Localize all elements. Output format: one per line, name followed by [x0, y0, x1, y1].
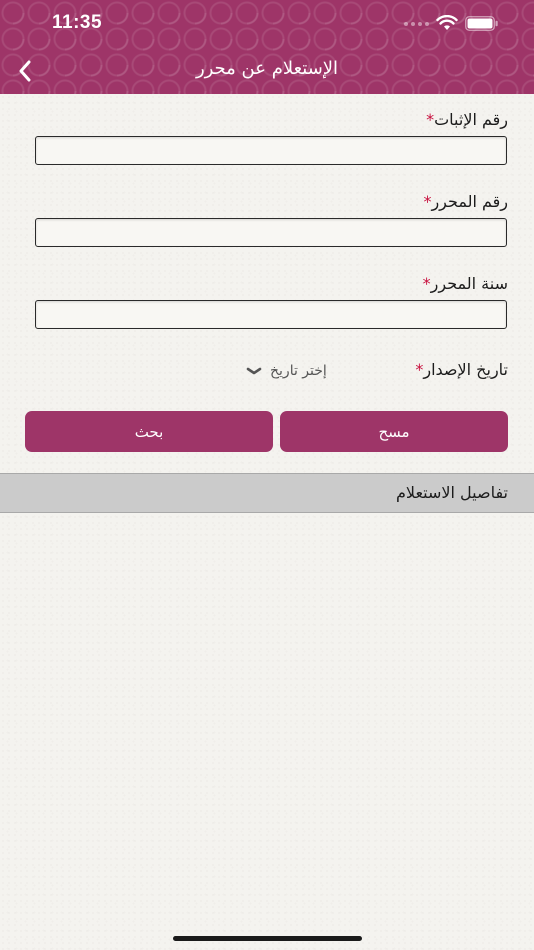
navigation-bar: الإستعلام عن محرر: [0, 48, 534, 94]
issue-date-picker[interactable]: إختر تاريخ: [246, 359, 327, 383]
battery-icon: [465, 16, 498, 31]
issue-date-label-text: تاريخ الإصدار: [423, 360, 508, 379]
record-year-label-text: سنة المحرر: [430, 274, 508, 293]
issue-date-label: تاريخ الإصدار*: [415, 360, 508, 379]
proof-number-input[interactable]: [35, 136, 507, 165]
inquiry-details-header: تفاصيل الاستعلام: [0, 473, 534, 513]
issue-date-placeholder: إختر تاريخ: [270, 363, 327, 379]
search-button[interactable]: بحث: [25, 411, 273, 452]
record-year-input[interactable]: [35, 300, 507, 329]
proof-number-label-text: رقم الإثبات: [434, 110, 508, 129]
cellular-signal-icon: [404, 22, 429, 26]
record-year-label: سنة المحرر*: [423, 274, 508, 293]
chevron-down-icon: [246, 367, 262, 375]
required-star: *: [422, 274, 431, 293]
home-indicator: [173, 936, 362, 941]
record-number-input[interactable]: [35, 218, 507, 247]
wifi-icon: [436, 15, 458, 30]
record-number-label: رقم المحرر*: [423, 192, 508, 211]
required-star: *: [426, 110, 435, 129]
clear-button[interactable]: مسح: [280, 411, 508, 452]
app-header: 11:35 الإستعلام عن محرر: [0, 0, 534, 94]
proof-number-label: رقم الإثبات*: [426, 110, 508, 129]
record-number-label-text: رقم المحرر: [431, 192, 508, 211]
inquiry-details-title: تفاصيل الاستعلام: [395, 483, 508, 502]
status-bar: 11:35: [0, 0, 534, 48]
status-time: 11:35: [52, 12, 103, 33]
page-title: الإستعلام عن محرر: [195, 58, 339, 79]
